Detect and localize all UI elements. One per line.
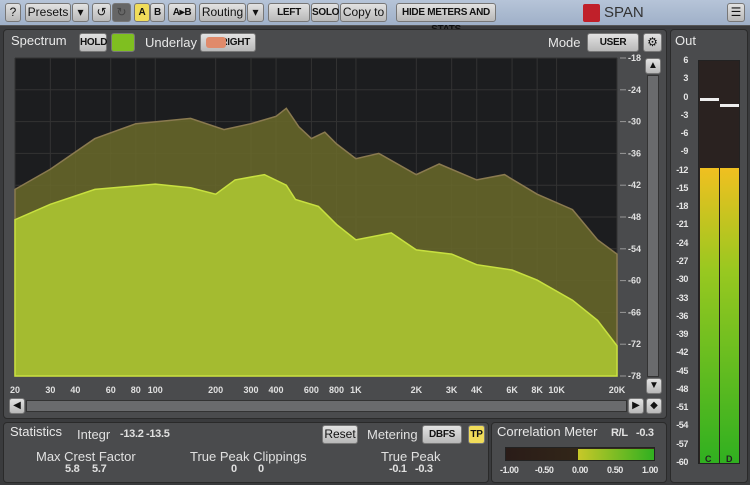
- x-tick-label: 8K: [531, 385, 543, 395]
- corr-scale-label: 1.00: [642, 465, 658, 475]
- meter-bar-d: [720, 167, 739, 463]
- true-peak-value-1: -0.1: [389, 463, 407, 475]
- out-scale-label: -12: [676, 164, 688, 175]
- x-tick-label: 3K: [446, 385, 458, 395]
- clippings-value-2: 0: [258, 463, 264, 475]
- x-tick-label: 80: [131, 385, 141, 395]
- scroll-up-button[interactable]: ▲: [645, 58, 661, 74]
- x-tick-label: 1K: [350, 385, 362, 395]
- x-tick-label: 20K: [609, 385, 626, 395]
- x-tick-label: 300: [243, 385, 258, 395]
- out-scale-label: -6: [680, 128, 689, 139]
- horizontal-scrollbar[interactable]: [26, 400, 627, 412]
- out-scale-label: -36: [676, 310, 688, 321]
- out-scale-label: 3: [683, 73, 688, 84]
- y-tick-label: -24: [628, 85, 641, 95]
- correlation-tab[interactable]: Correlation Meter: [497, 424, 597, 439]
- crest-value-2: 5.7: [92, 463, 107, 475]
- metering-button[interactable]: DBFS: [422, 425, 462, 444]
- true-peak-value-2: -0.3: [415, 463, 433, 475]
- x-tick-label: 60: [106, 385, 116, 395]
- out-scale-label: -42: [676, 347, 688, 358]
- y-tick-label: -42: [628, 180, 641, 190]
- channel-c-label: C: [705, 454, 712, 464]
- scroll-right-button[interactable]: ▶: [628, 398, 644, 414]
- corr-scale-label: 0.00: [572, 465, 588, 475]
- x-tick-label: 400: [269, 385, 284, 395]
- x-tick-label: 200: [208, 385, 223, 395]
- y-tick-label: -30: [628, 117, 641, 127]
- out-scale-label: -48: [676, 383, 688, 394]
- statistics-tab[interactable]: Statistics: [10, 424, 62, 439]
- y-tick-label: -72: [628, 339, 641, 349]
- out-scale-label: -33: [676, 292, 688, 303]
- y-tick-label: -18: [628, 53, 641, 63]
- out-scale-label: 6: [683, 55, 688, 65]
- vertical-scrollbar[interactable]: [647, 75, 659, 377]
- correlation-bar: [578, 449, 654, 460]
- reset-zoom-button[interactable]: ◆: [646, 398, 662, 414]
- y-tick-label: -78: [628, 371, 641, 381]
- x-tick-label: 4K: [471, 385, 483, 395]
- y-tick-label: -60: [628, 276, 641, 286]
- corr-scale-label: -1.00: [500, 465, 519, 475]
- out-scale-label: -39: [676, 329, 688, 340]
- crest-label: Max Crest Factor: [36, 449, 136, 464]
- x-tick-label: 30: [45, 385, 55, 395]
- peak-hold-c: [700, 97, 719, 101]
- channel-d-label: D: [726, 454, 733, 464]
- scroll-left-button[interactable]: ◀: [9, 398, 25, 414]
- tp-button[interactable]: TP: [468, 425, 485, 444]
- x-tick-label: 100: [148, 385, 163, 395]
- out-scale-label: -3: [680, 109, 689, 120]
- out-scale-label: -54: [676, 420, 688, 431]
- y-tick-label: -54: [628, 244, 641, 254]
- rl-label: R/L: [611, 427, 628, 439]
- out-scale-label: -45: [676, 365, 688, 376]
- out-scale-label: -18: [676, 201, 688, 212]
- out-scale-label: -51: [676, 402, 688, 413]
- out-scale-label: -15: [676, 182, 688, 193]
- peak-hold-d: [720, 103, 739, 107]
- metering-label: Metering: [367, 427, 418, 442]
- x-tick-label: 800: [329, 385, 344, 395]
- crest-value-1: 5.8: [65, 463, 80, 475]
- out-scale-label: -21: [676, 219, 688, 230]
- out-scale-label: -30: [676, 274, 688, 285]
- x-tick-label: 10K: [548, 385, 565, 395]
- x-tick-label: 20: [10, 385, 20, 395]
- x-tick-label: 600: [304, 385, 319, 395]
- corr-scale-label: 0.50: [607, 465, 623, 475]
- rl-value: -0.3: [636, 427, 654, 439]
- x-tick-label: 6K: [506, 385, 518, 395]
- out-tab[interactable]: Out: [675, 33, 696, 48]
- clippings-value-1: 0: [231, 463, 237, 475]
- reset-button[interactable]: Reset: [322, 425, 358, 444]
- out-scale-label: -60: [676, 457, 688, 467]
- integr-value-2: -13.5: [146, 428, 170, 440]
- scroll-down-button[interactable]: ▼: [646, 378, 662, 394]
- x-tick-label: 40: [70, 385, 80, 395]
- corr-scale-label: -0.50: [535, 465, 554, 475]
- y-tick-label: -66: [628, 307, 641, 317]
- out-scale-label: -27: [676, 256, 688, 266]
- integr-value-1: -13.2: [120, 428, 144, 440]
- integr-label: Integr: [77, 427, 111, 442]
- y-tick-label: -48: [628, 212, 641, 222]
- x-tick-label: 2K: [411, 385, 423, 395]
- out-meter: C D: [698, 60, 740, 464]
- out-scale-label: -9: [680, 146, 689, 157]
- true-peak-label: True Peak: [381, 449, 441, 464]
- out-scale-label: -24: [676, 237, 688, 248]
- meter-bar-c: [700, 167, 719, 463]
- y-tick-label: -36: [628, 148, 641, 158]
- clippings-label: True Peak Clippings: [190, 449, 307, 464]
- out-scale-label: -57: [676, 438, 688, 449]
- out-scale-label: 0: [683, 91, 688, 102]
- correlation-meter: [505, 447, 655, 461]
